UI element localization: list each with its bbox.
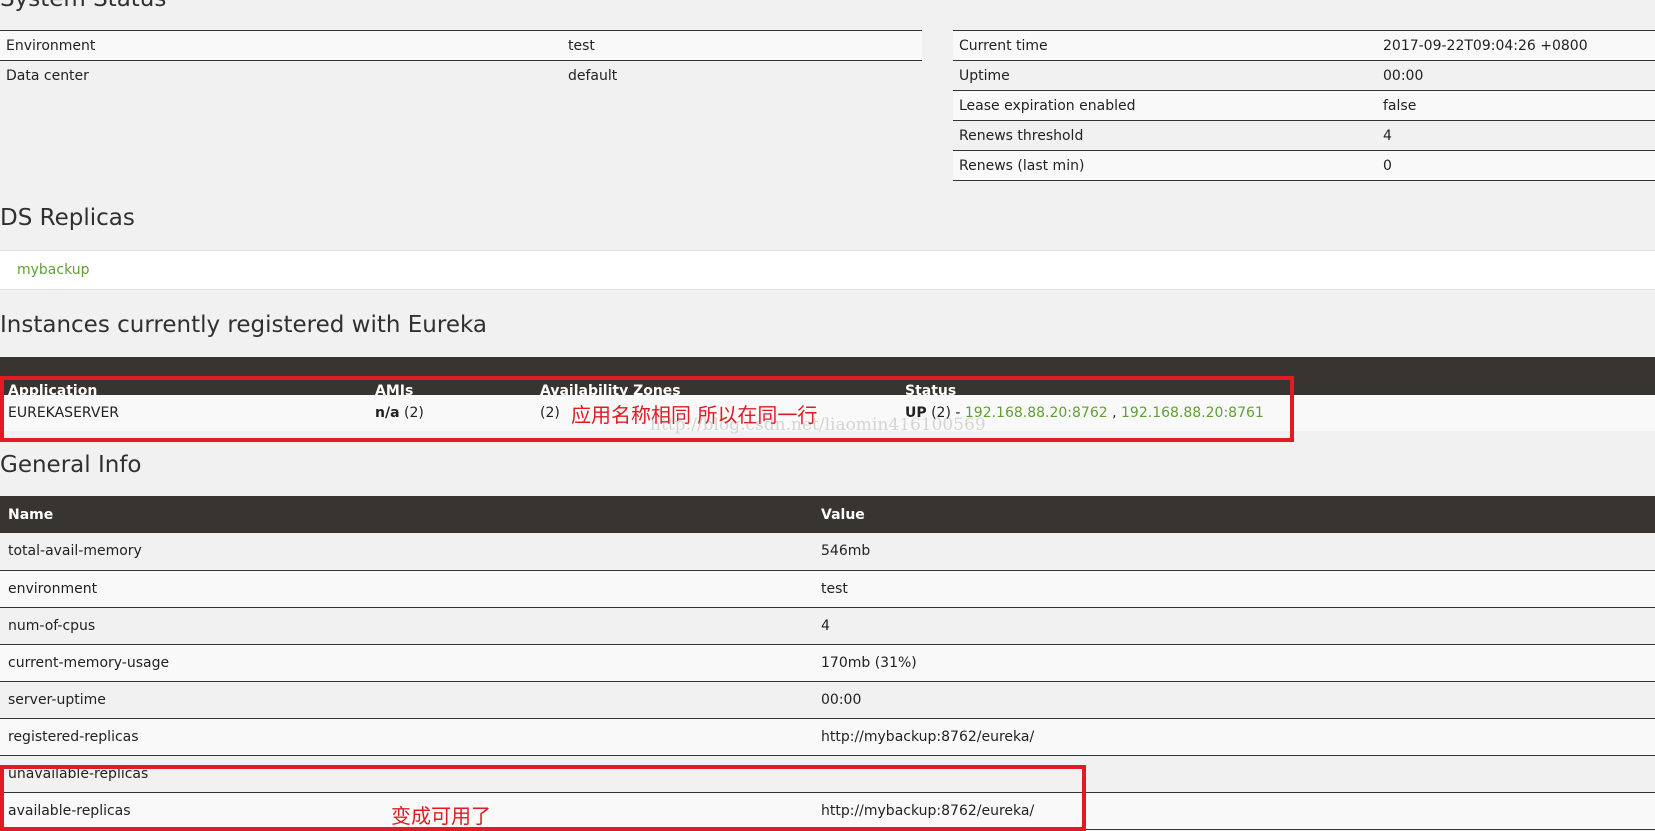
status-value: 00:00 — [1377, 60, 1655, 91]
status-label: Renews threshold — [953, 120, 1377, 151]
instance-link-8761[interactable]: 192.168.88.20:8761 — [1121, 405, 1264, 421]
info-name: unavailable-replicas — [0, 755, 813, 793]
status-row: Lease expiration enabled false — [953, 90, 1655, 121]
amis-count: (2) — [399, 405, 424, 421]
table-row: environment test — [0, 570, 1655, 608]
status-label: Renews (last min) — [953, 150, 1377, 181]
info-value: 4 — [813, 607, 1655, 645]
info-value: 00:00 — [813, 681, 1655, 719]
status-row: Current time 2017-09-22T09:04:26 +0800 — [953, 30, 1655, 61]
table-row: available-replicas http://mybackup:8762/… — [0, 792, 1655, 830]
column-header-amis: AMIs — [367, 357, 532, 395]
info-value — [813, 755, 1655, 793]
ds-replicas-title: DS Replicas — [0, 205, 135, 231]
info-value: 546mb — [813, 533, 1655, 571]
column-header-name: Name — [0, 496, 813, 533]
status-row: Renews (last min) 0 — [953, 150, 1655, 181]
instance-link-8762[interactable]: 192.168.88.20:8762 — [965, 405, 1108, 421]
status-value: test — [562, 30, 922, 61]
info-name: server-uptime — [0, 681, 813, 719]
general-info-table: Name Value total-avail-memory 546mb envi… — [0, 496, 1655, 830]
info-name: environment — [0, 570, 813, 608]
status-cell: UP (2) - 192.168.88.20:8762 , 192.168.88… — [897, 395, 1655, 431]
amis-value: n/a — [375, 405, 400, 421]
status-label: Uptime — [953, 60, 1377, 91]
info-name: total-avail-memory — [0, 533, 813, 571]
table-row: total-avail-memory 546mb — [0, 533, 1655, 571]
info-value: http://mybackup:8762/eureka/ — [813, 718, 1655, 756]
amis-cell: n/a (2) — [367, 395, 532, 431]
link-separator: , — [1107, 405, 1122, 421]
watermark-text: http://blog.csdn.net/liaomin416100569 — [650, 415, 986, 435]
status-row: Data center default — [0, 61, 922, 91]
status-label: Data center — [6, 67, 89, 84]
column-header-value: Value — [813, 496, 1655, 533]
system-status-right-table: Current time 2017-09-22T09:04:26 +0800 U… — [953, 30, 1655, 181]
table-row: num-of-cpus 4 — [0, 607, 1655, 645]
general-info-title: General Info — [0, 452, 142, 478]
status-value: default — [568, 67, 618, 84]
eureka-dashboard: System Status Environment test Data cent… — [0, 0, 1655, 831]
status-value: 4 — [1377, 120, 1655, 151]
table-row: unavailable-replicas — [0, 755, 1655, 793]
info-name: current-memory-usage — [0, 644, 813, 682]
status-row: Environment test — [0, 30, 922, 61]
table-row: server-uptime 00:00 — [0, 681, 1655, 719]
system-status-title: System Status — [0, 0, 166, 12]
status-row: Uptime 00:00 — [953, 60, 1655, 91]
table-header-row: Name Value — [0, 496, 1655, 533]
info-value: http://mybackup:8762/eureka/ — [813, 792, 1655, 830]
ds-replicas-list: mybackup — [0, 250, 1655, 290]
status-label: Lease expiration enabled — [953, 90, 1377, 121]
status-value: false — [1377, 90, 1655, 121]
system-status-left-table: Environment test Data center default — [0, 30, 922, 91]
status-value: 0 — [1377, 150, 1655, 181]
replica-link-mybackup[interactable]: mybackup — [17, 262, 90, 278]
info-name: num-of-cpus — [0, 607, 813, 645]
info-value: 170mb (31%) — [813, 644, 1655, 682]
instances-title: Instances currently registered with Eure… — [0, 312, 487, 338]
table-row: current-memory-usage 170mb (31%) — [0, 644, 1655, 682]
status-label: Environment — [0, 30, 562, 61]
column-header-status: Status — [897, 357, 1655, 395]
info-name: registered-replicas — [0, 718, 813, 756]
info-value: test — [813, 570, 1655, 608]
table-row: registered-replicas http://mybackup:8762… — [0, 718, 1655, 756]
application-name: EUREKASERVER — [0, 395, 367, 431]
column-header-zones: Availability Zones — [532, 357, 897, 395]
status-row: Renews threshold 4 — [953, 120, 1655, 151]
table-header-row: Application AMIs Availability Zones Stat… — [0, 357, 1655, 395]
column-header-application: Application — [0, 357, 367, 395]
annotation-note-available: 变成可用了 — [391, 804, 491, 828]
status-label: Current time — [953, 30, 1377, 61]
status-value: 2017-09-22T09:04:26 +0800 — [1377, 30, 1655, 61]
